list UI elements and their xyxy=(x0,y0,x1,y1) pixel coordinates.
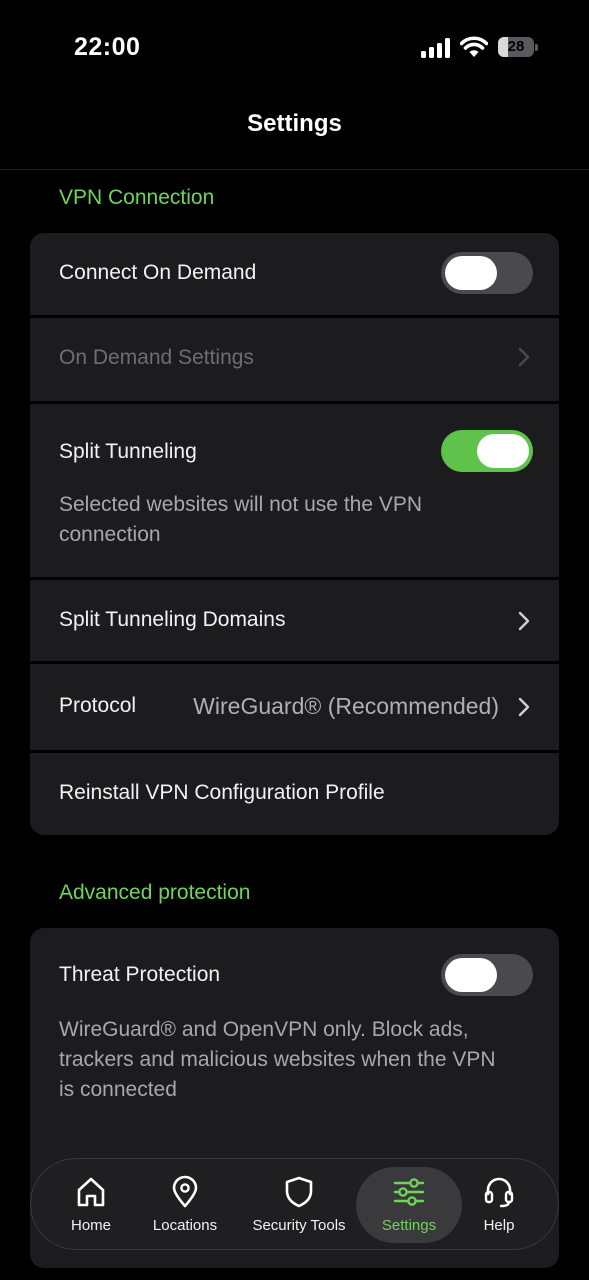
tab-help[interactable]: Help xyxy=(463,1159,535,1251)
headset-icon xyxy=(484,1177,514,1208)
tab-settings[interactable]: Settings xyxy=(356,1167,462,1243)
row-threat-protection: Threat Protection WireGuard® and OpenVPN… xyxy=(30,928,559,1132)
tab-home[interactable]: Home xyxy=(45,1159,137,1251)
row-connect-on-demand: Connect On Demand xyxy=(30,233,559,318)
row-reinstall-vpn-profile[interactable]: Reinstall VPN Configuration Profile xyxy=(30,753,559,835)
status-time: 22:00 xyxy=(74,33,141,61)
tab-settings-label: Settings xyxy=(381,1217,437,1234)
battery-icon: 28 xyxy=(498,37,534,57)
toggle-knob xyxy=(445,256,497,290)
toggle-knob xyxy=(477,434,529,468)
section-header-advanced-protection: Advanced protection xyxy=(59,881,251,904)
row-protocol[interactable]: Protocol WireGuard® (Recommended) xyxy=(30,664,559,753)
protocol-label: Protocol xyxy=(59,694,137,717)
sliders-icon xyxy=(393,1178,425,1206)
threat-protection-label: Threat Protection xyxy=(59,963,221,986)
connect-on-demand-toggle[interactable] xyxy=(441,252,533,294)
threat-protection-description: WireGuard® and OpenVPN only. Block ads, … xyxy=(59,1018,496,1101)
split-tunneling-description: Selected websites will not use the VPN c… xyxy=(59,493,423,546)
battery-indicator: 28 xyxy=(498,37,538,57)
row-split-tunneling-domains[interactable]: Split Tunneling Domains xyxy=(30,580,559,664)
split-tunneling-label: Split Tunneling xyxy=(59,440,197,463)
home-icon xyxy=(77,1177,105,1207)
chevron-right-icon xyxy=(518,697,530,717)
threat-protection-toggle[interactable] xyxy=(441,954,533,996)
reinstall-vpn-profile-label: Reinstall VPN Configuration Profile xyxy=(59,781,385,804)
tab-locations-label: Locations xyxy=(152,1217,218,1234)
tab-security-tools[interactable]: Security Tools xyxy=(237,1159,361,1251)
split-tunneling-domains-label: Split Tunneling Domains xyxy=(59,608,286,631)
battery-percentage: 28 xyxy=(507,38,525,55)
battery-cap xyxy=(535,44,538,51)
on-demand-settings-label: On Demand Settings xyxy=(59,346,254,369)
chevron-right-icon xyxy=(518,611,530,631)
chevron-right-icon xyxy=(518,347,530,367)
tab-home-label: Home xyxy=(70,1217,111,1234)
connect-on-demand-label: Connect On Demand xyxy=(59,261,257,284)
tab-locations[interactable]: Locations xyxy=(137,1159,233,1251)
shield-icon xyxy=(285,1176,313,1208)
row-split-tunneling: Split Tunneling Selected websites will n… xyxy=(30,404,559,580)
split-tunneling-toggle[interactable] xyxy=(441,430,533,472)
navigation-header: Settings xyxy=(0,96,589,170)
tab-security-tools-label: Security Tools xyxy=(252,1217,346,1234)
vpn-connection-card: Connect On Demand On Demand Settings Spl… xyxy=(30,233,559,835)
row-on-demand-settings[interactable]: On Demand Settings xyxy=(30,318,559,404)
cellular-signal-icon xyxy=(421,38,450,58)
location-pin-icon xyxy=(172,1175,198,1208)
status-bar: 22:00 28 xyxy=(0,0,589,96)
page-title: Settings xyxy=(247,110,342,137)
tab-bar: Home Locations Security Tools Settings H… xyxy=(30,1158,559,1250)
protocol-value: WireGuard® (Recommended) xyxy=(193,693,499,719)
toggle-knob xyxy=(445,958,497,992)
wifi-icon xyxy=(460,36,488,57)
section-header-vpn-connection: VPN Connection xyxy=(59,186,215,209)
tab-help-label: Help xyxy=(483,1217,515,1234)
